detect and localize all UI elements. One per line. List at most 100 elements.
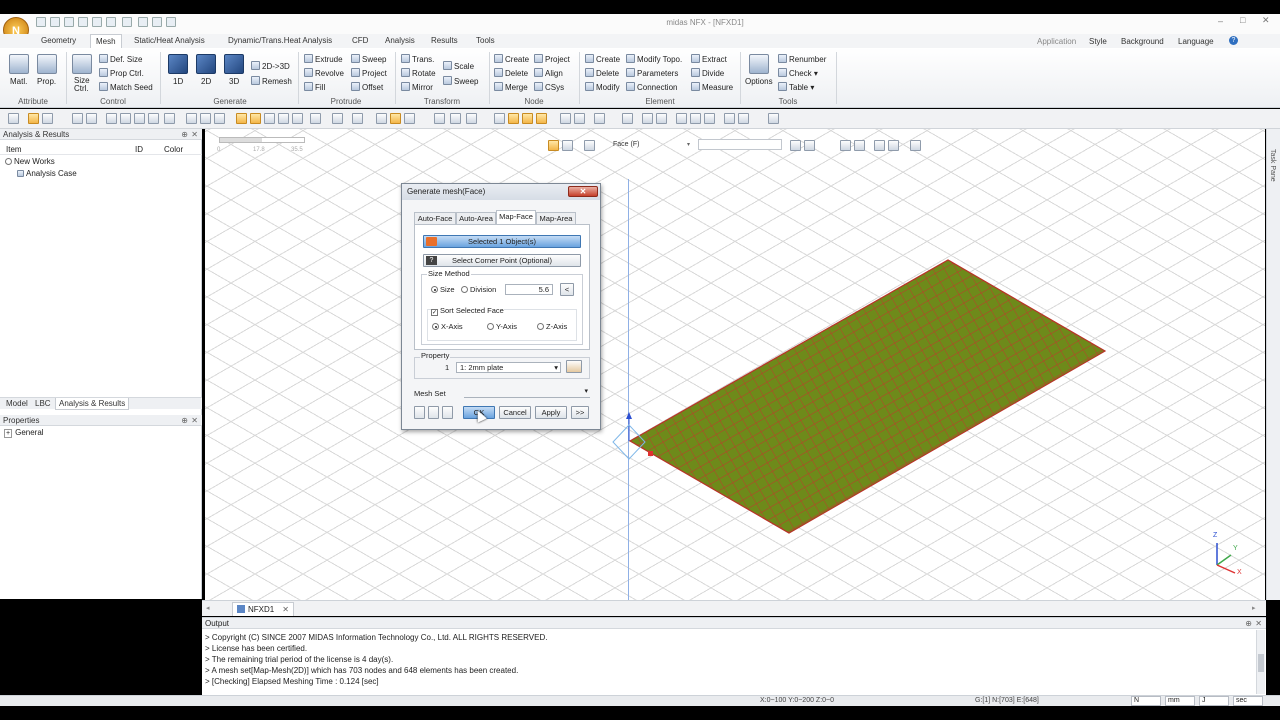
view-right-icon[interactable] (264, 113, 275, 124)
property-new-icon[interactable] (566, 360, 582, 373)
save-as-icon[interactable] (92, 17, 102, 27)
zoom-in-icon[interactable] (120, 113, 131, 124)
shade-icon[interactable] (352, 113, 363, 124)
display-mesh-icon[interactable] (622, 113, 633, 124)
def-size-button[interactable]: Def. Size (99, 54, 142, 64)
project-button[interactable]: Project (351, 68, 387, 78)
options-icon[interactable] (749, 54, 769, 74)
pan-icon[interactable] (164, 113, 175, 124)
size-control-icon[interactable] (72, 54, 92, 74)
prop-ctrl-button[interactable]: Prop Ctrl. (99, 68, 144, 78)
view-back-icon[interactable] (292, 113, 303, 124)
mesh-set-input[interactable]: ▾ (464, 387, 590, 398)
material-icon[interactable] (9, 54, 29, 74)
node-csys-button[interactable]: CSys (534, 82, 564, 92)
tab-mesh[interactable]: Mesh (90, 34, 122, 48)
render-mode-icon[interactable] (332, 113, 343, 124)
open-file-icon[interactable] (50, 17, 60, 27)
background-menu[interactable]: Background (1121, 37, 1164, 46)
tab-model[interactable]: Model (6, 399, 28, 408)
display-result-icon[interactable] (738, 113, 749, 124)
display-shrink-icon[interactable] (690, 113, 701, 124)
save-icon[interactable] (78, 17, 88, 27)
tab-geometry[interactable]: Geometry (41, 36, 76, 45)
remesh-button[interactable]: Remesh (251, 76, 292, 86)
mesh-1d-button[interactable]: 1D (173, 77, 183, 86)
sort-selected-face-checkbox[interactable]: ✓ Sort Selected Face (431, 306, 504, 316)
radio-division[interactable]: Division (461, 285, 496, 294)
modify-topo-button[interactable]: Modify Topo. (626, 54, 682, 64)
mesh-2d-icon[interactable] (196, 54, 216, 74)
dialog-tool-icon-2[interactable] (428, 406, 439, 419)
view-top-icon[interactable] (214, 113, 225, 124)
mesh-plate-svg[interactable] (205, 129, 1265, 600)
column-color[interactable]: Color (164, 145, 183, 154)
rotate-button[interactable]: Rotate (401, 68, 436, 78)
grid-icon[interactable] (494, 113, 505, 124)
mesh-1d-icon[interactable] (168, 54, 188, 74)
close-tab-icon[interactable]: ✕ (282, 605, 289, 614)
check-button[interactable]: Check ▾ (778, 68, 818, 78)
help-icon[interactable]: ? (1229, 36, 1238, 45)
energy-unit-select[interactable]: J (1199, 696, 1229, 706)
property-select[interactable]: 1: 2mm plate ▾ (456, 362, 561, 373)
work-plane-icon[interactable] (560, 113, 571, 124)
time-unit-select[interactable]: sec (1233, 696, 1263, 706)
node-merge-button[interactable]: Merge (494, 82, 528, 92)
label-icon[interactable] (450, 113, 461, 124)
dialog-tool-icon-3[interactable] (442, 406, 453, 419)
force-unit-select[interactable]: N (1131, 696, 1161, 706)
tab-dynamic-trans-heat-analysis[interactable]: Dynamic/Trans.Heat Analysis (228, 36, 332, 45)
pointer-icon[interactable] (8, 113, 19, 124)
tab-auto-face[interactable]: Auto-Face (414, 212, 456, 224)
selected-objects-button[interactable]: Selected 1 Object(s) (423, 235, 581, 248)
view-iso-icon[interactable] (236, 113, 247, 124)
tab-tools[interactable]: Tools (476, 36, 495, 45)
display-node-icon[interactable] (642, 113, 653, 124)
node-project-button[interactable]: Project (534, 54, 570, 64)
element-create-button[interactable]: Create (585, 54, 620, 64)
language-menu[interactable]: Language (1178, 37, 1214, 46)
display-lbc-icon[interactable] (724, 113, 735, 124)
snap-node-icon[interactable] (536, 113, 547, 124)
2d-to-3d-button[interactable]: 2D->3D (251, 61, 290, 71)
show-icon[interactable] (390, 113, 401, 124)
extrude-button[interactable]: Extrude (304, 54, 343, 64)
lock-icon[interactable] (42, 113, 53, 124)
properties-group-general[interactable]: + General (4, 428, 44, 438)
node-create-button[interactable]: Create (494, 54, 529, 64)
match-seed-button[interactable]: Match Seed (99, 82, 153, 92)
tab-map-area[interactable]: Map-Area (536, 212, 576, 224)
undo-list-icon[interactable] (138, 17, 148, 27)
tree-item-analysis-case[interactable]: Analysis Case (17, 169, 77, 178)
size-value-input[interactable]: 5.6 (505, 284, 553, 295)
mesh-3d-icon[interactable] (224, 54, 244, 74)
select-filter-icon[interactable] (28, 113, 39, 124)
pin-icon[interactable]: ⊕ (181, 129, 188, 140)
radio-y-axis[interactable]: Y-Axis (487, 322, 517, 331)
import-icon[interactable] (106, 17, 116, 27)
tab-lbc[interactable]: LBC (35, 399, 51, 408)
undo-icon[interactable] (122, 17, 132, 27)
coordinate-icon[interactable] (574, 113, 585, 124)
tab-analysis-results[interactable]: Analysis & Results (55, 398, 130, 410)
document-tab-nfxd1[interactable]: NFXD1 ✕ (232, 602, 294, 616)
table-button[interactable]: Table ▾ (778, 82, 814, 92)
column-id[interactable]: ID (135, 145, 143, 154)
hash-grid-icon[interactable] (594, 113, 605, 124)
tab-auto-area[interactable]: Auto-Area (456, 212, 496, 224)
matl-button[interactable]: Matl. (10, 77, 27, 86)
zoom-fit-icon[interactable] (106, 113, 117, 124)
output-scrollbar[interactable] (1256, 630, 1265, 694)
capture-icon[interactable] (466, 113, 477, 124)
options-button[interactable]: Options (745, 77, 773, 86)
radio-size[interactable]: Size (431, 285, 455, 294)
tab-map-face[interactable]: Map-Face (496, 210, 536, 224)
tab-results[interactable]: Results (431, 36, 458, 45)
maximize-icon[interactable]: □ (1240, 15, 1245, 25)
tab-cfd[interactable]: CFD (352, 36, 368, 45)
show-all-icon[interactable] (404, 113, 415, 124)
view-user-icon[interactable] (310, 113, 321, 124)
tab-scroll-right-icon[interactable]: ▸ (1252, 604, 1256, 612)
mirror-button[interactable]: Mirror (401, 82, 433, 92)
